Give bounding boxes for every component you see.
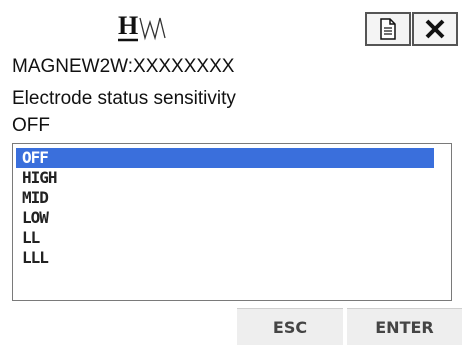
device-id: MAGNEW2W:XXXXXXXX <box>12 56 235 77</box>
document-button[interactable] <box>365 12 411 46</box>
options-list[interactable]: OFF HIGH MID LOW LL LLL <box>12 143 452 301</box>
close-icon <box>425 19 445 39</box>
parameter-name: Electrode status sensitivity <box>12 88 236 109</box>
list-item-high[interactable]: HIGH <box>16 168 434 188</box>
close-button[interactable] <box>412 12 458 46</box>
logo: H <box>116 8 186 48</box>
list-item-mid[interactable]: MID <box>16 188 434 208</box>
current-value: OFF <box>12 115 50 136</box>
list-item-ll[interactable]: LL <box>16 228 434 248</box>
list-item-low[interactable]: LOW <box>16 208 434 228</box>
list-item-lll[interactable]: LLL <box>16 248 434 268</box>
logo-letter: H <box>118 11 138 40</box>
esc-button[interactable]: ESC <box>237 308 343 345</box>
enter-button[interactable]: ENTER <box>347 308 462 345</box>
list-item-off[interactable]: OFF <box>16 148 434 168</box>
document-icon <box>380 18 396 40</box>
